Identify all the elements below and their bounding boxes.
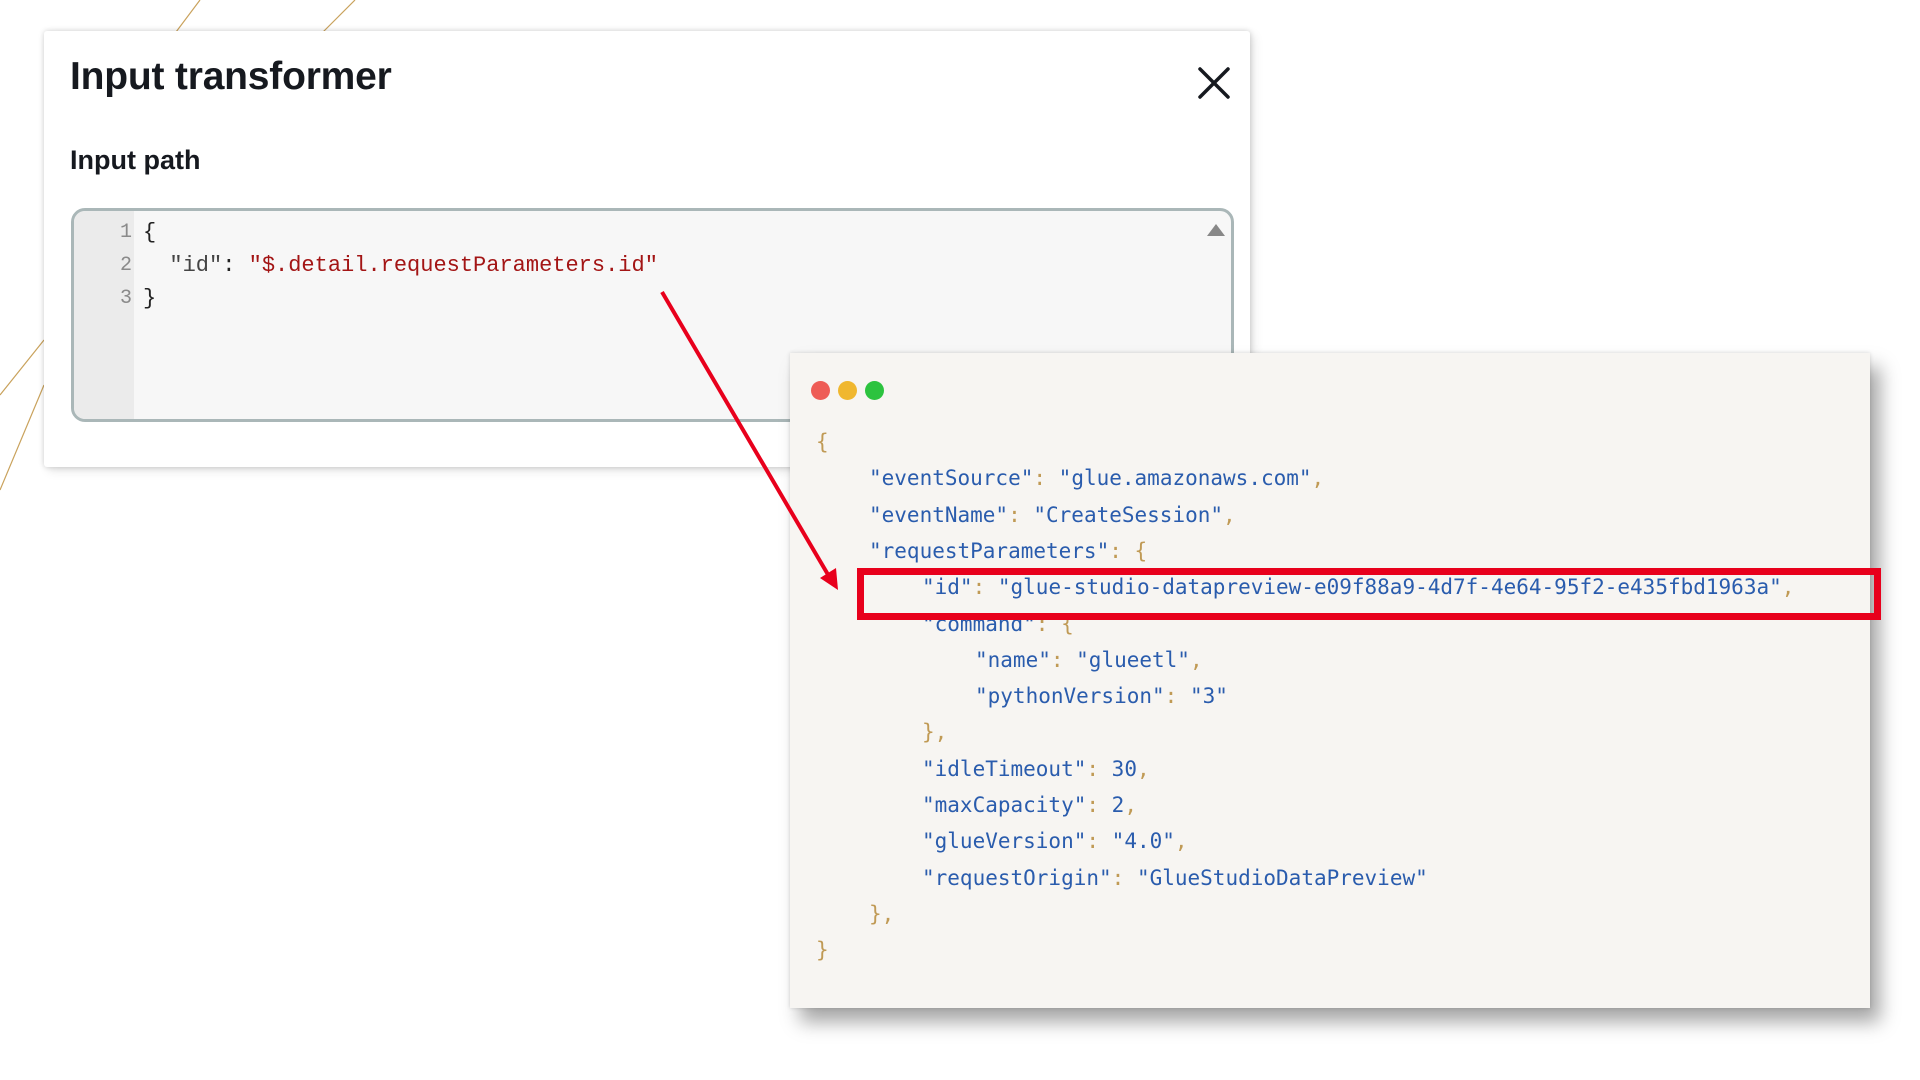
json-token: :	[1086, 793, 1112, 817]
json-token: }	[816, 938, 829, 962]
json-token: :	[1008, 503, 1034, 527]
event-json-window: {"eventSource": "glue.amazonaws.com", "ev…	[790, 353, 1870, 1008]
json-line: "eventName": "CreateSession",	[869, 497, 1236, 533]
json-line: "command": {	[922, 606, 1074, 642]
json-token: ,	[1223, 503, 1236, 527]
json-token: "glueVersion"	[922, 829, 1087, 853]
json-line: "requestParameters": {	[869, 533, 1147, 569]
json-line: "pythonVersion": "3"	[975, 678, 1228, 714]
close-icon	[1198, 67, 1230, 99]
json-token: :	[1033, 466, 1059, 490]
window-minimize-dot[interactable]	[838, 381, 857, 400]
json-token: 30	[1111, 757, 1137, 781]
json-token: "eventSource"	[869, 466, 1034, 490]
close-button[interactable]	[1192, 61, 1236, 105]
input-path-label: Input path	[70, 145, 201, 175]
line-code: }	[143, 282, 156, 316]
json-token: {	[816, 430, 829, 454]
json-token: 2	[1111, 793, 1125, 817]
line-number: 3	[119, 287, 132, 310]
json-line: "idleTimeout": 30,	[922, 751, 1150, 787]
json-token: },	[869, 902, 895, 926]
line-number: 1	[119, 221, 132, 244]
json-token: ,	[1124, 793, 1137, 817]
json-token: :	[1086, 757, 1112, 781]
json-line: },	[922, 714, 947, 750]
panel-title: Input transformer	[70, 55, 392, 98]
json-token: "idleTimeout"	[922, 757, 1087, 781]
code-token: "$.detail.requestParameters.id"	[248, 253, 658, 278]
code-token: {	[143, 220, 157, 245]
json-token: ,	[1311, 466, 1325, 490]
json-token: "name"	[975, 648, 1051, 672]
json-token: ,	[1781, 575, 1795, 599]
json-token: ,	[1189, 648, 1203, 672]
json-line: "eventSource": "glue.amazonaws.com",	[869, 460, 1324, 496]
json-line: {	[816, 424, 829, 460]
json-token: "requestOrigin"	[922, 866, 1112, 890]
json-token: :	[1086, 829, 1112, 853]
json-line: }	[816, 932, 829, 968]
json-line: "maxCapacity": 2,	[922, 787, 1137, 823]
json-token: :	[1050, 648, 1077, 672]
line-number: 2	[119, 254, 132, 277]
json-token: "id"	[922, 575, 973, 599]
line-code: {	[143, 216, 156, 250]
json-line: "glueVersion": "4.0",	[922, 823, 1188, 859]
json-token: "glueetl"	[1076, 648, 1190, 672]
json-token: "eventName"	[869, 503, 1009, 527]
code-token: :	[222, 253, 249, 278]
json-line: "name": "glueetl",	[975, 642, 1203, 678]
json-line: "requestOrigin": "GlueStudioDataPreview"	[922, 860, 1428, 896]
triangle-up-icon[interactable]	[1205, 221, 1227, 239]
json-token: :	[1164, 684, 1190, 708]
json-token: : {	[1035, 612, 1074, 636]
json-token: "3"	[1189, 684, 1228, 708]
json-token: ,	[1174, 829, 1188, 853]
json-token: "maxCapacity"	[922, 793, 1087, 817]
json-token: "glue.amazonaws.com"	[1058, 466, 1312, 490]
json-token: :	[1111, 866, 1137, 890]
window-maximize-dot[interactable]	[865, 381, 884, 400]
line-code: "id": "$.detail.requestParameters.id"	[143, 249, 658, 283]
json-token: "command"	[922, 612, 1036, 636]
window-close-dot[interactable]	[811, 381, 830, 400]
json-token: "glue-studio-datapreview-e09f88a9-4d7f-4…	[997, 575, 1782, 599]
json-token: "CreateSession"	[1033, 503, 1224, 527]
code-token: }	[143, 286, 157, 311]
json-token: : {	[1109, 539, 1148, 563]
json-line: },	[869, 896, 894, 932]
json-token: "GlueStudioDataPreview"	[1136, 866, 1428, 890]
json-token: "4.0"	[1111, 829, 1175, 853]
json-token: "requestParameters"	[869, 539, 1110, 563]
json-line: "id": "glue-studio-datapreview-e09f88a9-…	[922, 569, 1794, 605]
json-token: },	[922, 720, 948, 744]
json-token: ,	[1136, 757, 1150, 781]
json-token: "pythonVersion"	[975, 684, 1165, 708]
code-token: "id"	[143, 253, 223, 278]
json-token: :	[972, 575, 998, 599]
